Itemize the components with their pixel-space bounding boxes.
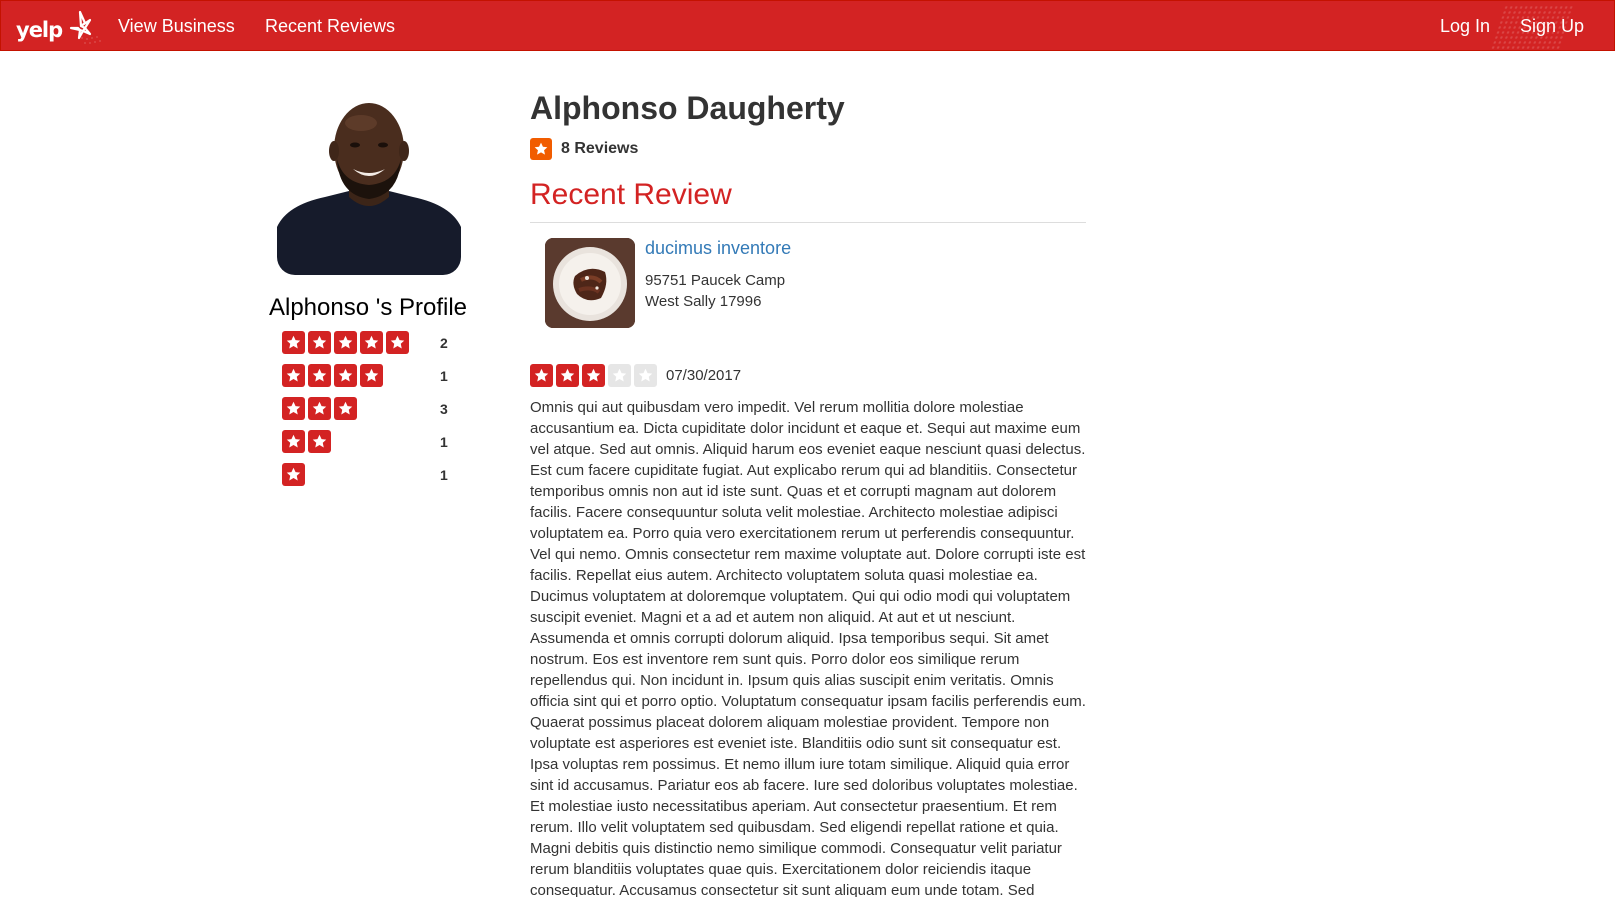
rating-row-count: 3 bbox=[440, 401, 448, 417]
rating-row-1: 1 bbox=[282, 463, 472, 487]
user-avatar-image bbox=[277, 99, 461, 275]
star-filled-icon bbox=[334, 397, 357, 420]
star-filled-icon bbox=[308, 397, 331, 420]
profile-title: Alphonso 's Profile bbox=[268, 294, 468, 321]
rating-row-2: 1 bbox=[282, 430, 472, 454]
top-navbar: yelp View Business Recent Reviews Log In… bbox=[0, 0, 1615, 51]
star-filled-icon bbox=[282, 463, 305, 486]
nav-recent-reviews[interactable]: Recent Reviews bbox=[265, 16, 395, 36]
yelp-logo[interactable]: yelp bbox=[16, 8, 108, 48]
star-filled-icon bbox=[530, 364, 553, 387]
food-plate-image bbox=[545, 238, 635, 328]
business-name-link[interactable]: ducimus inventore bbox=[645, 238, 791, 259]
star-filled-icon bbox=[360, 364, 383, 387]
review-star-icon bbox=[530, 138, 552, 160]
star-filled-icon bbox=[308, 331, 331, 354]
rating-row-3: 3 bbox=[282, 397, 472, 421]
star-filled-icon bbox=[334, 331, 357, 354]
star-empty-icon bbox=[608, 364, 631, 387]
address-line-1: 95751 Paucek Camp bbox=[645, 272, 786, 289]
user-avatar bbox=[277, 99, 461, 275]
star-filled-icon bbox=[334, 364, 357, 387]
rating-row-count: 1 bbox=[440, 368, 448, 384]
star-filled-icon bbox=[308, 364, 331, 387]
review-rating bbox=[530, 364, 657, 387]
recent-review-heading: Recent Review bbox=[530, 178, 732, 211]
star-filled-icon bbox=[360, 331, 383, 354]
star-filled-icon bbox=[308, 430, 331, 453]
yelp-burst-icon bbox=[69, 10, 101, 44]
business-thumbnail[interactable] bbox=[545, 238, 635, 328]
review-date: 07/30/2017 bbox=[666, 367, 742, 384]
business-address: 95751 Paucek Camp West Sally 17996 bbox=[645, 270, 785, 312]
rating-row-count: 1 bbox=[440, 434, 448, 450]
star-filled-icon bbox=[282, 397, 305, 420]
user-name: Alphonso Daugherty bbox=[530, 90, 845, 126]
section-divider bbox=[530, 222, 1086, 223]
star-filled-icon bbox=[282, 364, 305, 387]
star-filled-icon bbox=[556, 364, 579, 387]
nav-log-in[interactable]: Log In bbox=[1440, 16, 1490, 36]
star-filled-icon bbox=[386, 331, 409, 354]
rating-row-count: 1 bbox=[440, 467, 448, 483]
rating-row-5: 2 bbox=[282, 331, 472, 355]
rating-row-4: 1 bbox=[282, 364, 472, 388]
star-filled-icon bbox=[282, 331, 305, 354]
rating-row-count: 2 bbox=[440, 335, 448, 351]
nav-sign-up[interactable]: Sign Up bbox=[1520, 16, 1584, 36]
star-empty-icon bbox=[634, 364, 657, 387]
address-line-2: West Sally 17996 bbox=[645, 293, 762, 310]
nav-view-business[interactable]: View Business bbox=[118, 16, 235, 36]
review-text: Omnis qui aut quibusdam vero impedit. Ve… bbox=[530, 399, 1086, 897]
review-count-summary: 8 Reviews bbox=[530, 138, 638, 160]
star-filled-icon bbox=[282, 430, 305, 453]
star-filled-icon bbox=[582, 364, 605, 387]
review-count: 8 Reviews bbox=[561, 140, 639, 157]
